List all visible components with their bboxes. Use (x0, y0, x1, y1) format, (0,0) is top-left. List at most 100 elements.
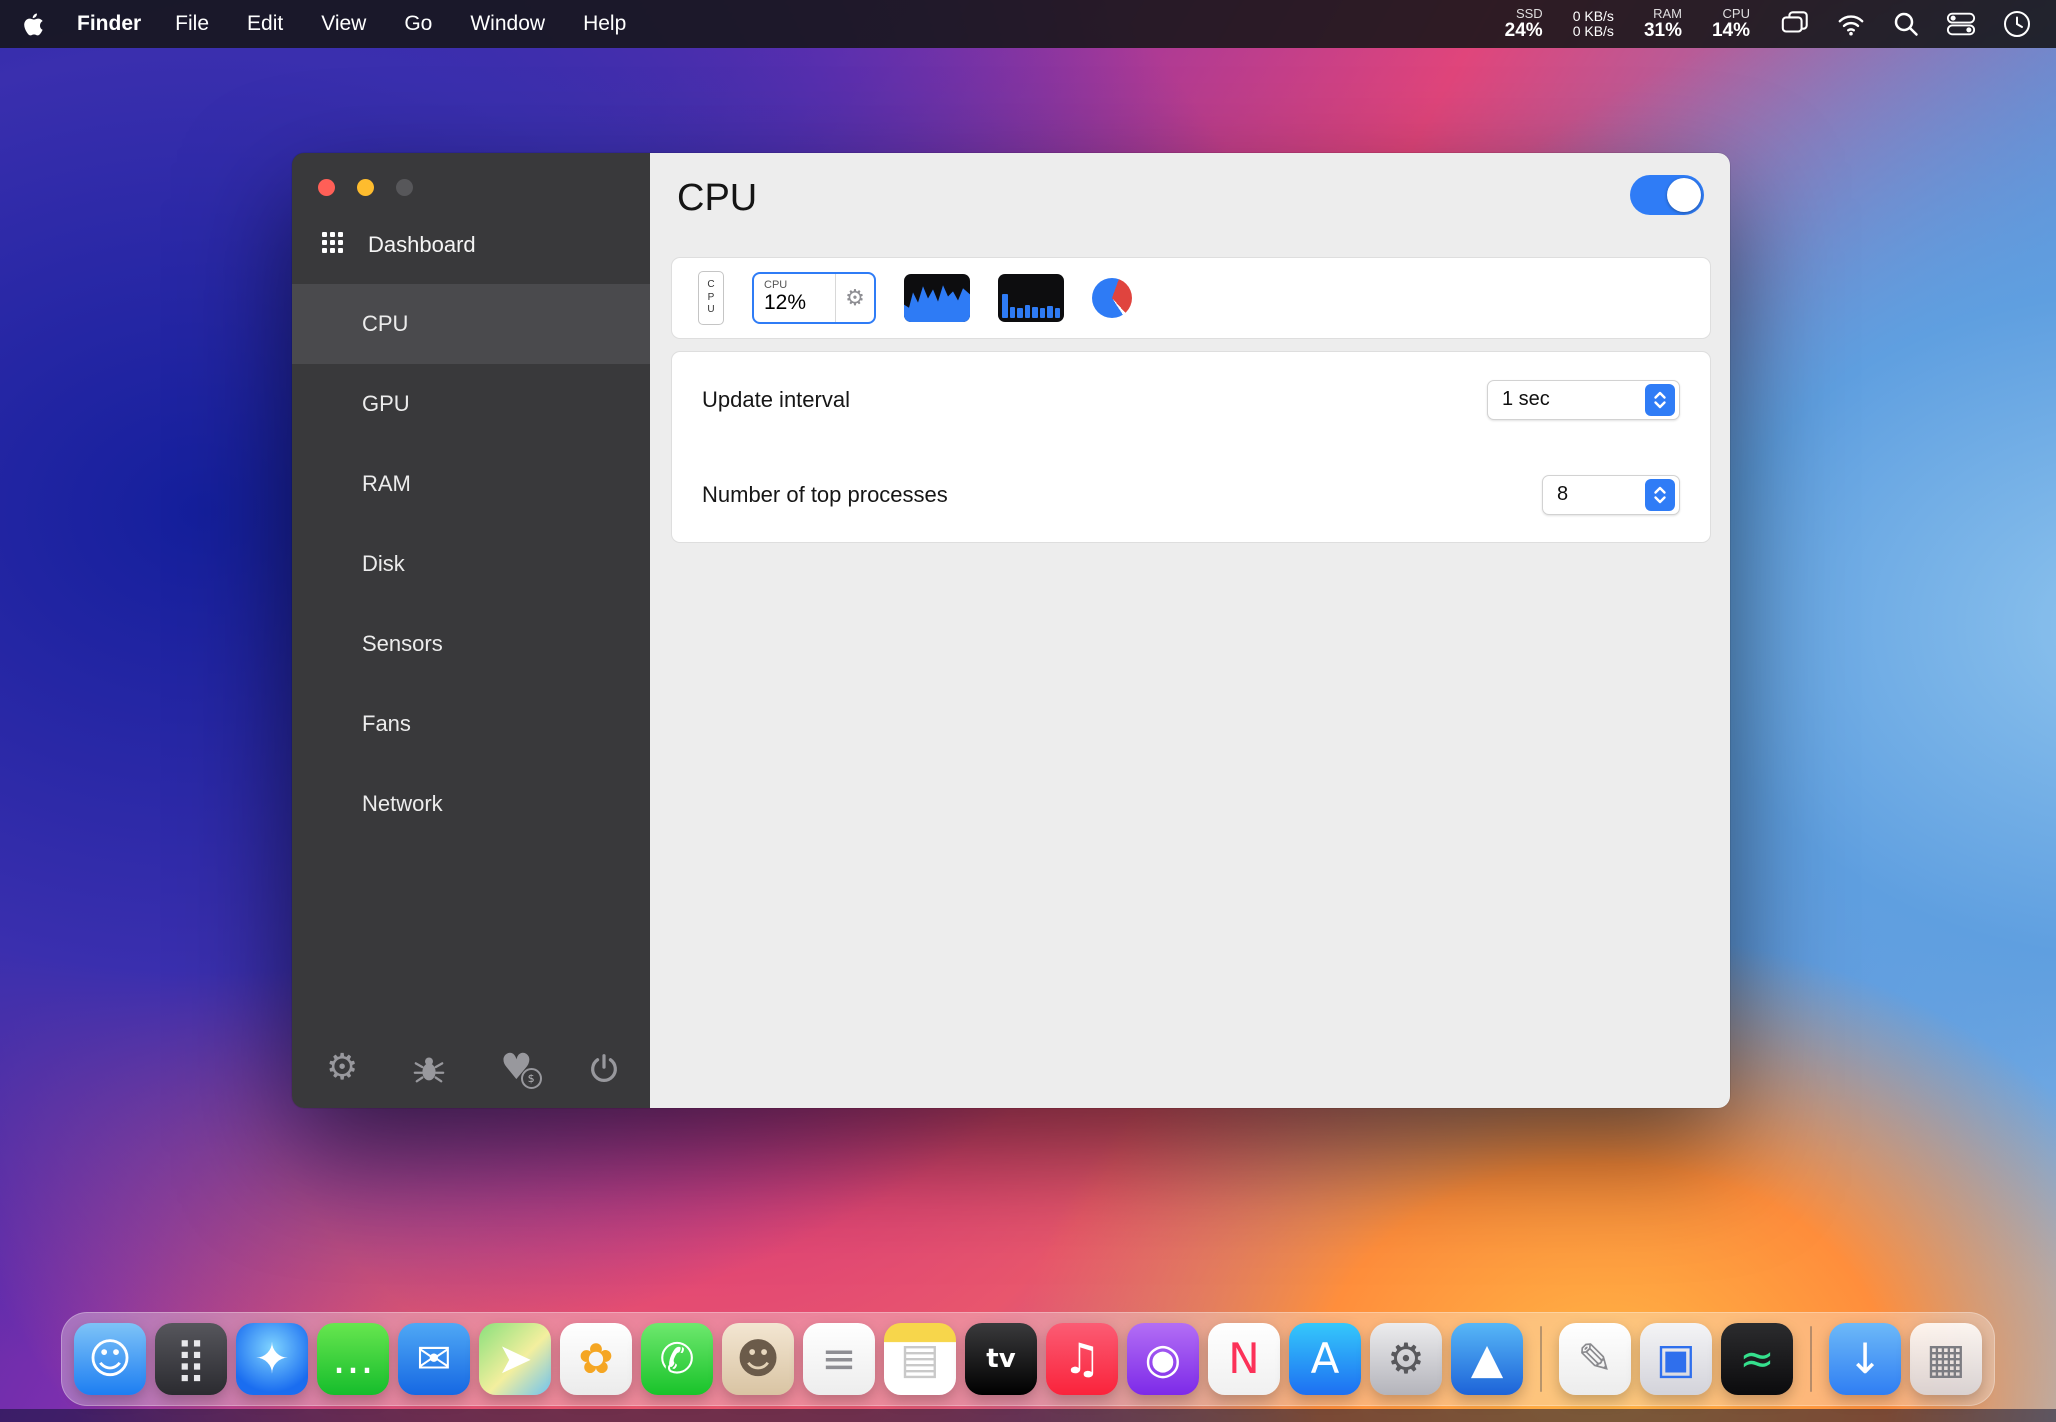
widget-mini-text: CPU (706, 279, 717, 317)
widget-settings-gear-icon[interactable]: ⚙ (836, 274, 874, 322)
popup-top-processes[interactable]: 8 (1542, 475, 1680, 515)
dock-display-app-icon[interactable]: ▣ (1640, 1323, 1712, 1395)
dock-contacts-icon[interactable]: ☻ (722, 1323, 794, 1395)
menu-edit[interactable]: Edit (247, 12, 283, 36)
popup-update-interval[interactable]: 1 sec (1487, 380, 1680, 420)
dock-stats-app-icon[interactable]: ▲ (1451, 1323, 1523, 1395)
spotlight-search-icon[interactable] (1892, 10, 1920, 38)
sidebar-item-fans[interactable]: Fans (292, 684, 650, 764)
apple-menu-icon[interactable] (24, 13, 43, 36)
dock-podcasts-glyph: ◉ (1145, 1338, 1182, 1380)
dock-safari-icon[interactable]: ✦ (236, 1323, 308, 1395)
dock-system-preferences-icon[interactable]: ⚙ (1370, 1323, 1442, 1395)
menu-help[interactable]: Help (583, 12, 626, 36)
popup-stepper-icon (1645, 479, 1675, 511)
active-app-menu[interactable]: Finder (77, 12, 141, 36)
setting-row-top-processes: Number of top processes 8 (672, 447, 1710, 542)
dock-textedit-glyph: ✎ (1577, 1338, 1612, 1380)
status-cpu[interactable]: CPU14% (1712, 7, 1750, 42)
dock-activity-app-glyph: ≈ (1739, 1338, 1774, 1380)
dock-music-icon[interactable]: ♫ (1046, 1323, 1118, 1395)
status-cpu-value: 14% (1712, 21, 1750, 42)
dock-tv-icon[interactable]: tv (965, 1323, 1037, 1395)
quit-power-icon[interactable] (587, 1052, 621, 1086)
status-network[interactable]: 0 KB/s0 KB/s (1573, 9, 1614, 39)
window-controls (318, 179, 413, 196)
bar-chart-bar (1047, 306, 1053, 318)
menu-bar-icons (1780, 9, 2032, 39)
zoom-button[interactable] (396, 179, 413, 196)
widget-bar-chart[interactable] (998, 274, 1064, 322)
dock-downloads-icon[interactable]: ↓ (1829, 1323, 1901, 1395)
sidebar-item-sensors[interactable]: Sensors (292, 604, 650, 684)
minimize-button[interactable] (357, 179, 374, 196)
dock-photos-glyph: ✿ (578, 1338, 613, 1380)
dock-display-app-glyph: ▣ (1656, 1338, 1696, 1380)
settings-card: Update interval1 secNumber of top proces… (671, 351, 1711, 543)
desktop-wallpaper: Finder File Edit View Go Window Help SSD24% 0 … (0, 0, 2056, 1422)
sidebar-item-cpu[interactable]: CPU (292, 284, 650, 364)
stats-settings-window: Dashboard CPUGPURAMDiskSensorsFansNetwor… (292, 153, 1730, 1108)
status-ram-value: 31% (1644, 21, 1682, 42)
dock-app-store-icon[interactable]: A (1289, 1323, 1361, 1395)
status-ram[interactable]: RAM31% (1644, 7, 1682, 42)
menu-view[interactable]: View (321, 12, 366, 36)
dock-photos-icon[interactable]: ✿ (560, 1323, 632, 1395)
close-button[interactable] (318, 179, 335, 196)
bar-chart-bar (1040, 308, 1046, 318)
menu-window[interactable]: Window (470, 12, 545, 36)
dock-notes-icon[interactable]: ▤ (884, 1323, 956, 1395)
dock-maps-icon[interactable]: ➤ (479, 1323, 551, 1395)
widget-label-selected[interactable]: CPU 12% ⚙ (752, 272, 876, 324)
dock-safari-glyph: ✦ (254, 1338, 289, 1380)
bug-report-icon[interactable] (412, 1052, 446, 1086)
bar-chart-bar (1032, 307, 1038, 318)
sidebar-item-gpu[interactable]: GPU (292, 364, 650, 444)
status-ssd-value: 24% (1505, 21, 1543, 42)
dock-news-icon[interactable]: N (1208, 1323, 1280, 1395)
dock-notes-glyph: ▤ (900, 1338, 940, 1380)
dock-system-preferences-glyph: ⚙ (1387, 1338, 1425, 1380)
widget-label: CPU (764, 280, 835, 291)
widget-label-text: CPU 12% (754, 274, 836, 322)
dock-app-store-glyph: A (1311, 1338, 1340, 1380)
dock-trash-glyph: ▦ (1926, 1338, 1966, 1380)
module-enable-toggle[interactable] (1630, 175, 1704, 215)
dock-facetime-icon[interactable]: ✆ (641, 1323, 713, 1395)
dock-mail-icon[interactable]: ✉ (398, 1323, 470, 1395)
sidebar-footer: ⚙ ♥$ (326, 1050, 621, 1086)
widget-line-chart[interactable] (904, 274, 970, 322)
sidebar-nav: CPUGPURAMDiskSensorsFansNetwork (292, 284, 650, 844)
dock-trash-icon[interactable]: ▦ (1910, 1323, 1982, 1395)
menu-go[interactable]: Go (404, 12, 432, 36)
sidebar-item-disk[interactable]: Disk (292, 524, 650, 604)
dock-tv-glyph: tv (986, 1346, 1015, 1372)
clock-icon[interactable] (2002, 9, 2032, 39)
dock-contacts-glyph: ☻ (736, 1338, 780, 1380)
dock-podcasts-icon[interactable]: ◉ (1127, 1323, 1199, 1395)
menu-file[interactable]: File (175, 12, 209, 36)
dock-launchpad-icon[interactable]: ⣿ (155, 1323, 227, 1395)
dock-textedit-icon[interactable]: ✎ (1559, 1323, 1631, 1395)
dock-music-glyph: ♫ (1063, 1338, 1101, 1380)
dock-messages-icon[interactable]: … (317, 1323, 389, 1395)
dashboard-label: Dashboard (368, 232, 476, 258)
dock-activity-app-icon[interactable]: ≈ (1721, 1323, 1793, 1395)
dock-reminders-icon[interactable]: ≡ (803, 1323, 875, 1395)
donate-heart-icon[interactable]: ♥$ (500, 1050, 532, 1086)
setting-label-top-processes: Number of top processes (702, 482, 948, 508)
sidebar-item-dashboard[interactable]: Dashboard (292, 215, 650, 275)
status-ssd[interactable]: SSD24% (1505, 7, 1543, 42)
control-center-icon[interactable] (1946, 9, 1976, 39)
sidebar-item-network[interactable]: Network (292, 764, 650, 844)
sidebar-item-ram[interactable]: RAM (292, 444, 650, 524)
dock-finder-glyph: ☺ (88, 1338, 132, 1380)
stacked-windows-icon[interactable] (1780, 9, 1810, 39)
settings-gear-icon[interactable]: ⚙ (326, 1050, 358, 1086)
widget-mini-cpu[interactable]: CPU (698, 271, 724, 325)
menu-bar-menus: File Edit View Go Window Help (175, 12, 626, 36)
wifi-icon[interactable] (1836, 10, 1866, 38)
widget-pie-chart[interactable] (1092, 278, 1132, 318)
dock-finder-icon[interactable]: ☺ (74, 1323, 146, 1395)
status-cpu-label: CPU (1723, 7, 1750, 21)
